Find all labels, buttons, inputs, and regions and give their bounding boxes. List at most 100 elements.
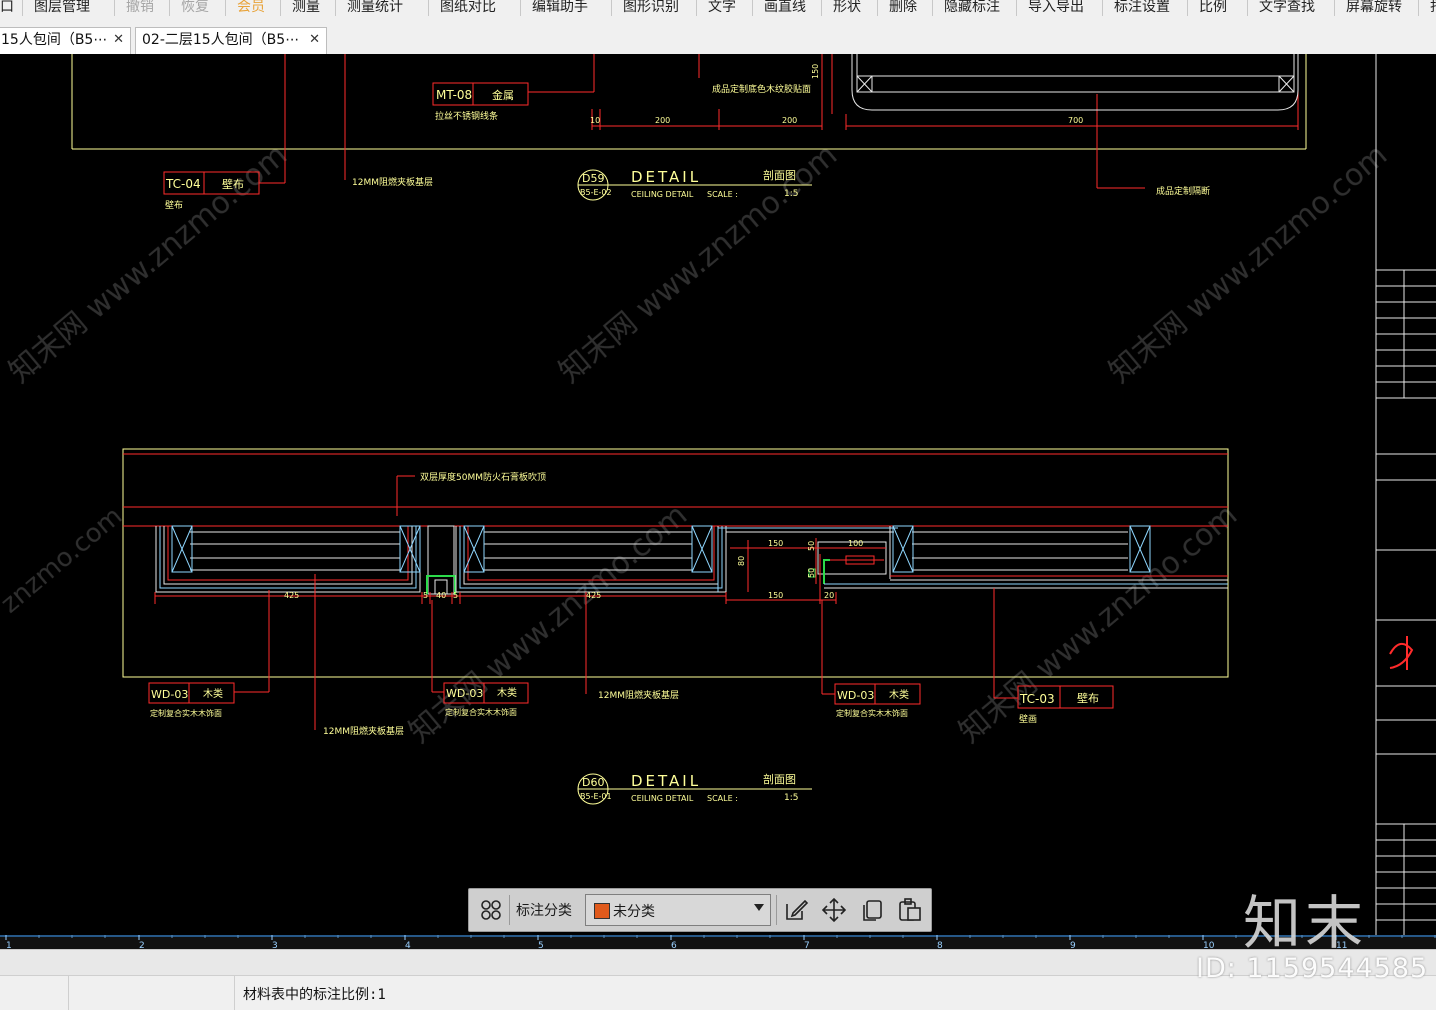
category-label: 标注分类 — [516, 903, 572, 919]
menu-item[interactable]: 打 — [1430, 0, 1436, 18]
menu-item[interactable]: 文字查找 — [1259, 0, 1315, 18]
dim-label: 20 — [824, 591, 834, 600]
menu-item[interactable]: 屏幕旋转 — [1346, 0, 1402, 18]
divider — [776, 895, 777, 925]
grid-icon[interactable] — [477, 896, 505, 924]
title-word: DETAIL — [631, 772, 701, 790]
menu-separator — [1102, 0, 1103, 16]
tag-code: TC-04 — [165, 177, 201, 191]
ruler-label: 3 — [272, 941, 278, 949]
menu-item[interactable]: 口 — [0, 0, 14, 18]
ruler-label: 8 — [937, 941, 943, 949]
menu-separator — [1187, 0, 1188, 16]
chevron-down-icon[interactable] — [754, 904, 764, 911]
ruler-label: 2 — [139, 941, 145, 949]
edit-icon[interactable] — [782, 896, 810, 924]
copy-icon[interactable] — [858, 896, 886, 924]
tag-material: 木类 — [497, 686, 517, 699]
menu-separator — [22, 0, 23, 16]
menu-item[interactable]: 恢复 — [181, 0, 209, 18]
menu-item[interactable]: 会员 — [237, 0, 265, 18]
tag-note: 壁画 — [1019, 713, 1037, 725]
menu-separator — [1418, 0, 1419, 16]
tag-note: 拉丝不锈钢线条 — [435, 110, 498, 122]
dim-label: 150 — [811, 64, 820, 79]
id-watermark: ID: 1159544585 — [1196, 953, 1429, 984]
menu-item[interactable]: 导入导出 — [1028, 0, 1084, 18]
watermark-text: 知末网 www.znzmo.com — [1103, 138, 1394, 390]
menu-item[interactable]: 测量统计 — [347, 0, 403, 18]
close-icon[interactable]: ✕ — [309, 28, 320, 52]
note-mdf: 双层厚度50MM防火石膏板吹顶 — [420, 471, 546, 483]
tag-note: 定制复合实木木饰面 — [445, 707, 517, 717]
brand-watermark: 知末 — [1243, 889, 1368, 957]
category-select-value: 未分类 — [613, 904, 655, 920]
detail-d60: 425 5 40 5 425 150 100 150 50 20 80 50 双… — [122, 448, 1229, 805]
note-plywood: 12MM阻燃夹板基层 — [352, 176, 433, 188]
menu-bar: 口 图层管理 撤销 恢复 会员 测量 测量统计 图纸对比 编辑助手 图形识别 文字 画直线 形状 删除 隐藏… — [0, 0, 1436, 18]
tag-note: 壁布 — [165, 199, 183, 211]
menu-item[interactable]: 删除 — [889, 0, 917, 18]
dim-label: 425 — [586, 591, 601, 600]
menu-separator — [169, 0, 170, 16]
dim-label: 200 — [655, 116, 670, 125]
menu-item[interactable]: 形状 — [833, 0, 861, 18]
ruler-label: 6 — [671, 941, 677, 949]
tag-code: WD-03 — [151, 688, 188, 701]
menu-item[interactable]: 图形识别 — [623, 0, 679, 18]
menu-item[interactable]: 测量 — [292, 0, 320, 18]
dim-label: 5 — [423, 591, 428, 600]
note-plywood-bottom: 12MM阻燃夹板基层 — [323, 725, 404, 737]
menu-separator — [280, 0, 281, 16]
color-swatch — [594, 903, 610, 919]
menu-item[interactable]: 编辑助手 — [532, 0, 588, 18]
title-block — [1375, 54, 1436, 935]
menu-item[interactable]: 文字 — [708, 0, 736, 18]
tab-second[interactable]: 02-二层15人包间（B5⋯ ✕ — [135, 27, 327, 54]
menu-separator — [1247, 0, 1248, 16]
menu-item[interactable]: 隐藏标注 — [944, 0, 1000, 18]
menu-separator — [752, 0, 753, 16]
menu-item[interactable]: 画直线 — [764, 0, 806, 18]
title-id: D59 — [582, 172, 604, 185]
ruler-label: 7 — [804, 941, 810, 949]
tab-first[interactable]: 15人包间（B5⋯ ✕ — [0, 27, 131, 54]
close-icon[interactable]: ✕ — [113, 28, 124, 52]
tag-code: TC-03 — [1019, 692, 1055, 706]
category-select[interactable]: 未分类 — [585, 894, 771, 926]
menu-item[interactable]: 比例 — [1199, 0, 1227, 18]
menu-separator — [335, 0, 336, 16]
dim-label: 150 — [768, 539, 783, 548]
tag-note: 定制复合实木木饰面 — [150, 708, 222, 718]
divider — [509, 895, 510, 925]
menu-separator — [932, 0, 933, 16]
paste-icon[interactable] — [896, 896, 924, 924]
tag-material: 木类 — [203, 687, 223, 700]
dim-label: 200 — [782, 116, 797, 125]
menu-item[interactable]: 图纸对比 — [440, 0, 496, 18]
dim-label: 10 — [590, 116, 600, 125]
menu-item[interactable]: 撤销 — [126, 0, 154, 18]
move-icon[interactable] — [820, 896, 848, 924]
menu-separator — [611, 0, 612, 16]
menu-item[interactable]: 图层管理 — [34, 0, 90, 18]
menu-item[interactable]: 标注设置 — [1114, 0, 1170, 18]
title-scale: 1:5 — [784, 189, 798, 199]
title-kind: 剖面图 — [763, 772, 796, 786]
menu-separator — [877, 0, 878, 16]
title-sheet: B5-E-01 — [580, 792, 612, 801]
menu-separator — [114, 0, 115, 16]
watermark-layer: 知末网 www.znzmo.com 知末网 www.znzmo.com 知末网 … — [0, 138, 1394, 750]
tag-material: 金属 — [492, 88, 514, 102]
tag-code: MT-08 — [436, 88, 472, 102]
note-finished-top: 成品定制底色木纹胶贴面 — [712, 83, 811, 95]
dim-label: 100 — [848, 539, 863, 548]
drawing-canvas[interactable]: 知末网 www.znzmo.com 知末网 www.znzmo.com 知末网 … — [0, 54, 1436, 935]
ruler-label: 1 — [6, 941, 12, 949]
annotation-toolbar: 标注分类 未分类 — [468, 888, 932, 932]
title-word: DETAIL — [631, 168, 701, 186]
tag-material: 壁布 — [1077, 691, 1099, 705]
menu-separator — [696, 0, 697, 16]
ruler-label: 4 — [405, 941, 411, 949]
menu-separator — [520, 0, 521, 16]
